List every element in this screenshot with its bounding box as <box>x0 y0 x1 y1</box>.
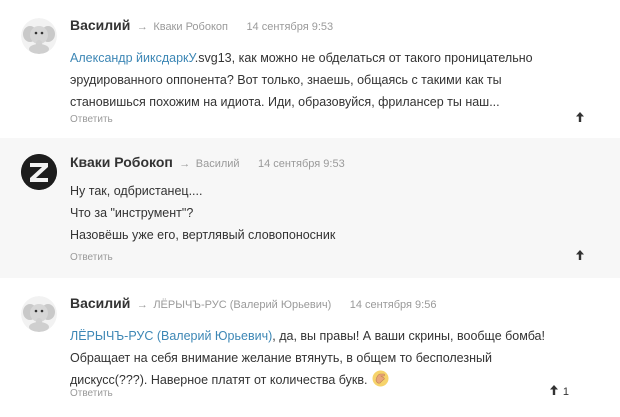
reply-to-name[interactable]: Кваки Робокоп <box>153 21 228 33</box>
comment-line: становишься похожим на идиота. Иди, обра… <box>70 95 500 109</box>
comment-date[interactable]: 14 сентября 9:56 <box>350 299 437 311</box>
reply-arrow: → <box>136 299 148 311</box>
comment-line: Александр йиксдаркУ.svg13, как можно не … <box>70 51 533 65</box>
author-name[interactable]: Василий <box>70 17 130 33</box>
comment-line: Назовёшь уже его, вертлявый словопоносни… <box>70 228 336 242</box>
elephant-avatar[interactable] <box>21 296 57 332</box>
elephant-avatar[interactable] <box>21 18 57 54</box>
comment-line: Ну так, одбристанец.... <box>70 184 203 198</box>
upvote-arrow-icon[interactable] <box>576 250 584 263</box>
letter-z-avatar[interactable] <box>21 154 57 190</box>
reply-arrow: → <box>136 21 148 33</box>
reply-button[interactable]: Ответить <box>70 388 113 399</box>
comment-line: Обращает на себя внимание желание втянут… <box>70 351 492 365</box>
reply-to-name[interactable]: Василий <box>196 158 240 170</box>
comment-header: Василий → ЛЁРЫЧЪ-РУС (Валерий Юрьевич) 1… <box>70 295 436 313</box>
user-mention[interactable]: Александр йиксдаркУ <box>70 51 195 65</box>
reply-to-name[interactable]: ЛЁРЫЧЪ-РУС (Валерий Юрьевич) <box>153 299 331 311</box>
comment-line: Что за "инструмент"? <box>70 206 194 220</box>
comment-date[interactable]: 14 сентября 9:53 <box>246 21 333 33</box>
clapping-hand-emoji <box>372 370 389 394</box>
user-mention[interactable]: ЛЁРЫЧЪ-РУС (Валерий Юрьевич) <box>70 329 272 343</box>
upvote-arrow-icon[interactable] <box>549 385 561 398</box>
comment-line: дискусс(???). Наверное платят от количес… <box>70 369 590 394</box>
vote-count: 1 <box>562 386 569 398</box>
comment-line: ЛЁРЫЧЪ-РУС (Валерий Юрьевич), да, вы пра… <box>70 329 545 343</box>
comment-line: эрудированного оппонента? Вот только, зн… <box>70 73 502 87</box>
reply-arrow: → <box>179 158 191 170</box>
upvote-button[interactable] <box>576 250 586 263</box>
comment-date[interactable]: 14 сентября 9:53 <box>258 158 345 170</box>
reply-button[interactable]: Ответить <box>70 114 113 125</box>
upvote-button[interactable]: 1 <box>549 385 569 398</box>
author-name[interactable]: Кваки Робокоп <box>70 154 173 170</box>
comment: Кваки Робокоп → Василий 14 сентября 9:53… <box>0 138 620 278</box>
comment-text: Ну так, одбристанец.... Что за "инструме… <box>70 180 590 246</box>
comment: Василий → Кваки Робокоп 14 сентября 9:53… <box>0 0 620 138</box>
comment-header: Кваки Робокоп → Василий 14 сентября 9:53 <box>70 154 345 172</box>
comment-text: Александр йиксдаркУ.svg13, как можно не … <box>70 47 590 113</box>
author-name[interactable]: Василий <box>70 295 130 311</box>
upvote-button[interactable] <box>576 112 586 125</box>
comment: Василий → ЛЁРЫЧЪ-РУС (Валерий Юрьевич) 1… <box>0 278 620 417</box>
upvote-arrow-icon[interactable] <box>576 112 584 125</box>
comment-text: ЛЁРЫЧЪ-РУС (Валерий Юрьевич), да, вы пра… <box>70 325 590 394</box>
reply-button[interactable]: Ответить <box>70 252 113 263</box>
comment-header: Василий → Кваки Робокоп 14 сентября 9:53 <box>70 17 333 35</box>
